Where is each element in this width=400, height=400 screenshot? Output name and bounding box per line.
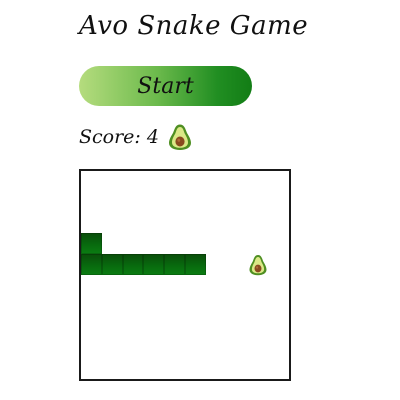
snake-segment (185, 254, 206, 275)
score-value: 4 (146, 126, 159, 148)
snake-segment (101, 254, 123, 275)
snake-segment (81, 254, 102, 275)
snake-segment (143, 254, 165, 275)
snake-segment (81, 233, 102, 255)
score-display: Score: 4 (79, 123, 193, 151)
game-title: Avo Snake Game (79, 11, 309, 41)
score-label: Score: (79, 126, 141, 148)
avocado-icon (167, 123, 193, 151)
start-button[interactable]: Start (79, 66, 252, 106)
food-avocado-icon (248, 254, 268, 276)
game-board[interactable] (79, 169, 291, 381)
snake-segment (164, 254, 185, 275)
snake-segment (122, 254, 144, 275)
